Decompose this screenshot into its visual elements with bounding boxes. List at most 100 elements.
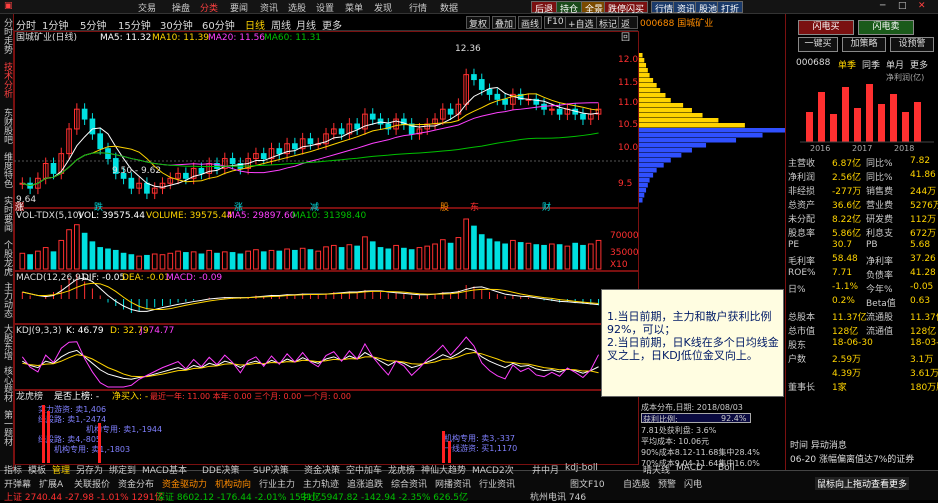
left-tab-realtime-news[interactable]: 实时要闻 [1,196,13,232]
indicator-tab[interactable]: 管理 [52,463,70,476]
bottom-tab[interactable]: 资金分布 [118,477,154,490]
menu-menu[interactable]: 菜单 [345,1,363,14]
indicator-tab[interactable]: Boll [718,463,735,473]
indicator-tab[interactable]: 龙虎榜 [388,463,415,476]
vol-tick: 35000 [610,248,639,258]
bottom-tab[interactable]: 网播资讯 [435,477,471,490]
indicator-tab[interactable]: SUP决策 [253,463,289,476]
left-tab-intraday[interactable]: 分时走势 [1,18,13,54]
holdings-button[interactable]: 持仓 [556,1,583,15]
left-tab-core-theme[interactable]: 核心题材 [1,366,13,402]
flash-sell-button[interactable]: 闪电卖 [858,20,914,35]
event-marker[interactable]: 东 [470,201,479,213]
event-marker[interactable]: 股 [440,202,449,213]
menu-category[interactable]: 分类 [200,1,218,14]
left-tab-technical[interactable]: 技术分析 [1,62,13,98]
adjust-button[interactable]: 复权 [466,16,491,30]
bottom-tab[interactable]: 行业主力 [259,477,295,490]
fin-tab-quarter[interactable]: 单季 [838,58,856,71]
menu-stockpick[interactable]: 选股 [288,1,306,14]
indicator-tab[interactable]: 空中加车 [346,463,382,476]
indicator-tab[interactable]: kdj-boll [565,463,598,473]
minimize-icon[interactable]: ─ [880,1,885,11]
left-tab-shareholder[interactable]: 大股东增 [1,324,13,360]
fin-tab-same-quarter[interactable]: 同季 [862,58,880,71]
volume-bar [580,244,586,270]
indicator-tab[interactable]: 神仙大趋势 [421,463,466,476]
close-icon[interactable]: ✕ [918,1,926,11]
left-tab-dimension[interactable]: 维度特色 [1,152,13,188]
bottom-tab[interactable]: 开弹幕 [4,477,31,490]
left-tab-forum[interactable]: 东财股吧 [1,108,13,144]
flash-buy-button[interactable]: 闪电买 [798,20,854,35]
maximize-icon[interactable]: □ [898,1,907,11]
add-strategy-button[interactable]: 加策略 [842,37,886,52]
bottom-tab[interactable]: 综合资讯 [391,477,427,490]
fin-tab-more[interactable]: 更多 [910,58,928,71]
draw-button[interactable]: 画线 [518,16,543,30]
menu-trade[interactable]: 交易 [138,1,156,14]
indicator-tab[interactable]: 模板 [28,463,46,476]
bottom-tab[interactable]: 扩展A [39,477,63,490]
add-favorite-button[interactable]: +自选 [565,16,597,30]
period-intraday[interactable]: 分时 [16,17,36,32]
indicator-tab[interactable]: 井中月 [532,463,559,476]
bottom-tab[interactable]: 主力轨迹 [303,477,339,490]
fin-tab-month[interactable]: 单月 [886,58,904,71]
period-60min[interactable]: 60分钟 [202,17,235,32]
news-item[interactable]: 06-20 涨幅偏离值达7%的证券 [790,452,914,465]
mark-button[interactable]: 标记 [596,16,621,30]
bottom-right-tab[interactable]: 图文F10 [570,477,605,490]
indicator-tab[interactable]: MACD [676,463,703,473]
indicator-tab[interactable]: 指标 [4,463,22,476]
indicator-tab[interactable]: DDE决策 [202,463,240,476]
back-button[interactable]: 后退 [531,1,558,15]
event-marker[interactable]: 财 [542,201,551,213]
period-daily[interactable]: 日线 [245,17,265,32]
quote-shenzhen[interactable]: 深证 8602.12 -176.44 -2.01% 1531亿 [156,490,321,503]
menu-news[interactable]: 要闻 [230,1,248,14]
bottom-right-tab[interactable]: 自选股 [623,477,650,490]
period-more[interactable]: 更多 [322,17,342,32]
indicator-tab[interactable]: MACD2次 [472,463,514,476]
one-click-buy-button[interactable]: 一键买 [798,37,838,52]
left-tab-first-theme[interactable]: 第一题材 [1,410,13,446]
period-weekly[interactable]: 周线 [271,17,291,32]
left-tab-dragon-tiger[interactable]: 个股龙虎 [1,240,13,276]
menu-discover[interactable]: 发现 [374,1,392,14]
period-monthly[interactable]: 月线 [296,17,316,32]
menu-info[interactable]: 资讯 [260,1,278,14]
bottom-tab[interactable]: 资金驱动力 [162,477,207,490]
menu-data[interactable]: 数据 [440,1,458,14]
period-15min[interactable]: 15分钟 [118,17,151,32]
quote-sme[interactable]: 中小 5947.82 -142.94 -2.35% 626.5亿 [300,490,468,503]
f10-button[interactable]: F10 [544,16,567,29]
bottom-right-tab[interactable]: 闪电 [684,477,702,490]
bottom-right-tab[interactable]: 预警 [658,477,676,490]
period-30min[interactable]: 30分钟 [160,17,193,32]
menu-operate[interactable]: 操盘 [172,1,190,14]
fin-tab-code[interactable]: 000688 [796,58,830,68]
indicator-tab[interactable]: MACD基本 [142,463,187,476]
indicator-tab[interactable]: 另存为 [76,463,103,476]
discount-button[interactable]: 打折 [717,1,744,15]
return-button[interactable]: 返回 [618,16,638,43]
set-alert-button[interactable]: 设预警 [890,37,934,52]
menu-quote[interactable]: 行情 [409,1,427,14]
indicator-tab[interactable]: 绑定到 [109,463,136,476]
bottom-tab[interactable]: 机构动向 [215,477,251,490]
indicator-tab[interactable]: 晴天线 [643,463,670,476]
bottom-tab[interactable]: 追涨追跌 [347,477,383,490]
limit-down-buy-button[interactable]: 跌停闪买 [604,1,649,15]
overlay-button[interactable]: 叠加 [492,16,517,30]
menu-settings[interactable]: 设置 [316,1,334,14]
volume-bar [556,244,563,270]
period-1min[interactable]: 1分钟 [42,17,68,32]
left-tab-main-force[interactable]: 主力动态 [1,282,13,318]
bottom-tab[interactable]: 关联报价 [74,477,110,490]
app-icon[interactable]: ▣ [4,1,13,11]
indicator-tab[interactable]: 资金决策 [304,463,340,476]
bottom-tab[interactable]: 行业资讯 [479,477,515,490]
quote-shanghai[interactable]: 上证 2740.44 -27.98 -1.01% 1291亿 [4,490,163,503]
period-5min[interactable]: 5分钟 [80,17,106,32]
